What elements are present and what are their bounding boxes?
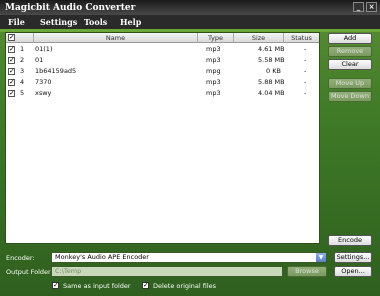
file-list[interactable]: ✓ Name Type Size Status ✓ 1 01(1) mp3 4.… [5, 32, 320, 244]
row-checkbox[interactable]: ✓ [8, 46, 15, 53]
menu-bar: File Settings Tools Help [0, 15, 380, 29]
same-as-input-checkbox[interactable]: ✓ [52, 282, 59, 289]
delete-original-label: Delete original files [153, 282, 217, 290]
open-folder-button[interactable]: Open... [334, 266, 372, 277]
table-row[interactable]: ✓ 5 xswy mp3 4.04 MB - [6, 88, 319, 99]
header-size[interactable]: Size [234, 33, 284, 43]
row-status: - [304, 45, 307, 53]
output-folder-input[interactable]: C:\Temp [51, 266, 283, 277]
row-name: 01(1) [35, 45, 53, 53]
row-type: mp3 [206, 89, 221, 97]
encoder-label: Encoder: [6, 254, 35, 262]
move-down-button[interactable]: Move Down [328, 91, 372, 102]
clear-button[interactable]: Clear [328, 59, 372, 70]
row-number: 3 [20, 67, 25, 75]
row-size: 4.61 MB [258, 45, 285, 53]
move-up-button[interactable]: Move Up [328, 78, 372, 89]
title-bar: Magicbit Audio Converter _ × [0, 0, 380, 15]
menu-help[interactable]: Help [120, 17, 141, 27]
row-type: mp3 [206, 78, 221, 86]
row-name: 7370 [35, 78, 52, 86]
row-size: 5.88 MB [258, 78, 285, 86]
add-button[interactable]: Add [328, 33, 372, 44]
menu-file[interactable]: File [8, 17, 25, 27]
encoder-settings-button[interactable]: Settings... [334, 252, 372, 263]
row-status: - [304, 78, 307, 86]
header-select-all[interactable]: ✓ [6, 33, 34, 43]
header-status[interactable]: Status [284, 33, 319, 43]
row-checkbox[interactable]: ✓ [8, 79, 15, 86]
row-checkbox[interactable]: ✓ [8, 57, 15, 64]
encoder-value: Monkey's Audio APE Encoder [55, 253, 149, 261]
browse-button[interactable]: Browse [287, 266, 327, 277]
row-type: mp3 [206, 56, 221, 64]
same-as-input-label: Same as input folder [63, 282, 131, 290]
menu-settings[interactable]: Settings [40, 17, 77, 27]
row-checkbox[interactable]: ✓ [8, 68, 15, 75]
row-number: 4 [20, 78, 25, 86]
row-status: - [304, 67, 307, 75]
table-row[interactable]: ✓ 2 01 mp3 5.58 MB - [6, 55, 319, 66]
row-name: 1b64159ad5 [35, 67, 77, 75]
table-row[interactable]: ✓ 3 1b64159ad5 mpg 0 KB - [6, 66, 319, 77]
close-button[interactable]: × [366, 2, 377, 12]
select-all-checkbox[interactable]: ✓ [8, 34, 15, 41]
row-status: - [304, 56, 307, 64]
row-size: 4.04 MB [258, 89, 285, 97]
encode-button[interactable]: Encode [328, 235, 372, 246]
row-number: 2 [20, 56, 25, 64]
output-folder-label: Output Folder: [6, 268, 53, 276]
remove-button[interactable]: Remove [328, 46, 372, 57]
row-name: 01 [35, 56, 44, 64]
encoder-select[interactable]: Monkey's Audio APE Encoder ▼ [51, 252, 327, 263]
row-type: mpg [206, 67, 221, 75]
header-type[interactable]: Type [198, 33, 234, 43]
table-row[interactable]: ✓ 4 7370 mp3 5.88 MB - [6, 77, 319, 88]
table-row[interactable]: ✓ 1 01(1) mp3 4.61 MB - [6, 44, 319, 55]
header-name[interactable]: Name [34, 33, 198, 43]
chevron-down-icon[interactable]: ▼ [316, 253, 326, 262]
row-size: 5.58 MB [258, 56, 285, 64]
window-title: Magicbit Audio Converter [5, 3, 136, 13]
row-type: mp3 [206, 45, 221, 53]
delete-original-checkbox[interactable]: ✓ [142, 282, 149, 289]
row-name: xswy [35, 89, 52, 97]
row-number: 5 [20, 89, 25, 97]
row-size: 0 KB [266, 67, 281, 75]
app-window: Magicbit Audio Converter _ × File Settin… [0, 0, 380, 296]
minimize-button[interactable]: _ [353, 2, 364, 12]
row-checkbox[interactable]: ✓ [8, 90, 15, 97]
file-list-header: ✓ Name Type Size Status [6, 33, 319, 43]
row-number: 1 [20, 45, 25, 53]
menu-tools[interactable]: Tools [84, 17, 107, 27]
row-status: - [304, 89, 307, 97]
